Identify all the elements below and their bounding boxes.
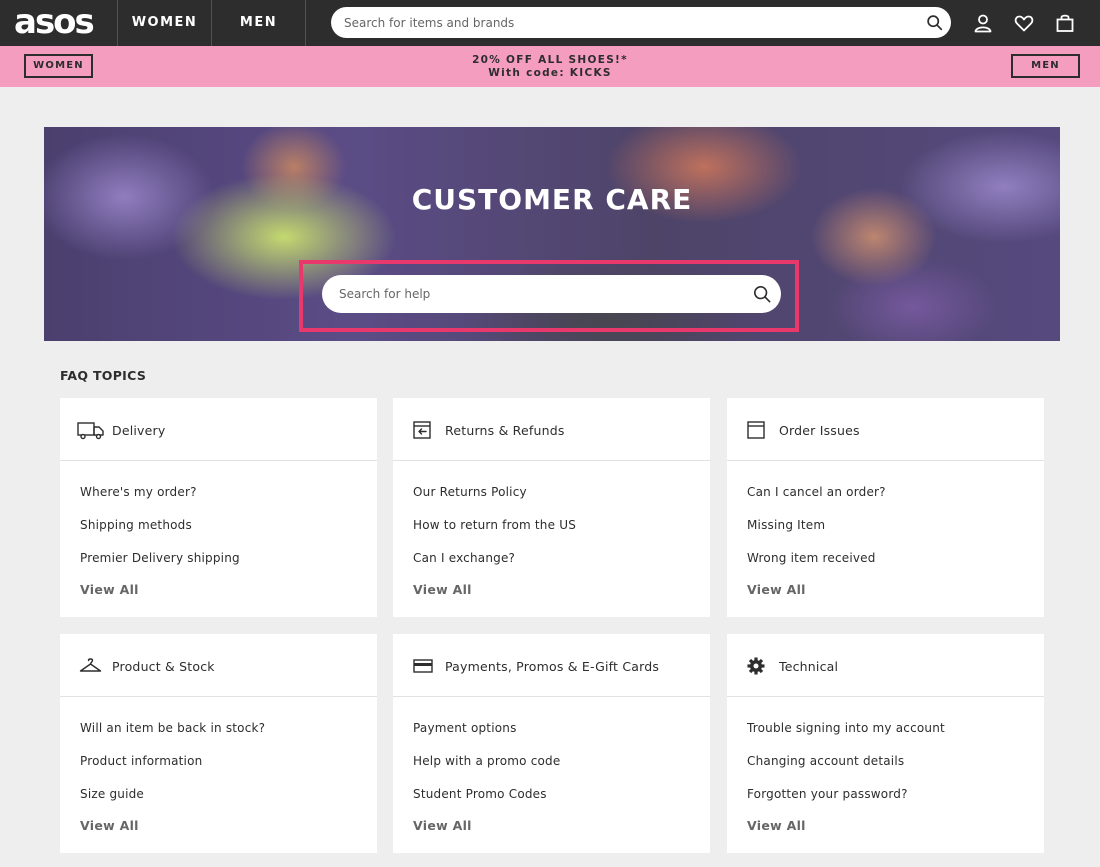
nav-tab-women[interactable]: WOMEN	[118, 0, 211, 46]
search-icon[interactable]	[753, 285, 771, 303]
faq-link[interactable]: Trouble signing into my account	[747, 721, 945, 735]
faq-link[interactable]: Shipping methods	[80, 518, 192, 532]
return-box-icon	[413, 421, 431, 439]
card-header[interactable]: Product & Stock	[60, 634, 377, 697]
hanger-icon	[79, 658, 102, 672]
faq-link[interactable]: Will an item be back in stock?	[80, 721, 265, 735]
page-title: CUSTOMER CARE	[411, 183, 693, 216]
account-icon[interactable]	[973, 13, 993, 33]
card-title: Order Issues	[779, 423, 860, 438]
faq-link[interactable]: Can I exchange?	[413, 551, 515, 565]
faq-link[interactable]: Payment options	[413, 721, 517, 735]
faq-card-returns: Returns & Refunds Our Returns Policy How…	[393, 398, 710, 617]
view-all-link[interactable]: View All	[413, 582, 472, 597]
faq-card-payments: Payments, Promos & E-Gift Cards Payment …	[393, 634, 710, 853]
card-title: Technical	[779, 659, 839, 674]
card-header[interactable]: Payments, Promos & E-Gift Cards	[393, 634, 710, 697]
faq-link[interactable]: How to return from the US	[413, 518, 576, 532]
faq-link[interactable]: Our Returns Policy	[413, 485, 527, 499]
faq-card-delivery: Delivery Where's my order? Shipping meth…	[60, 398, 377, 617]
faq-link[interactable]: Changing account details	[747, 754, 904, 768]
faq-link[interactable]: Can I cancel an order?	[747, 485, 886, 499]
gear-icon	[747, 657, 765, 675]
credit-card-icon	[413, 659, 433, 673]
card-header[interactable]: Order Issues	[727, 398, 1044, 461]
search-icon[interactable]	[926, 14, 943, 31]
promo-women-button[interactable]: WOMEN	[24, 54, 93, 78]
faq-link[interactable]: Student Promo Codes	[413, 787, 547, 801]
truck-icon	[77, 422, 104, 440]
view-all-link[interactable]: View All	[747, 818, 806, 833]
faq-card-order-issues: Order Issues Can I cancel an order? Miss…	[727, 398, 1044, 617]
view-all-link[interactable]: View All	[80, 582, 139, 597]
heart-icon[interactable]	[1014, 13, 1034, 33]
faq-link[interactable]: Size guide	[80, 787, 144, 801]
promo-message[interactable]: 20% OFF ALL SHOES!* With code: KICKS	[400, 54, 700, 80]
faq-link[interactable]: Premier Delivery shipping	[80, 551, 240, 565]
promo-men-button[interactable]: MEN	[1011, 54, 1080, 78]
faq-link[interactable]: Missing Item	[747, 518, 825, 532]
help-search-input[interactable]	[339, 275, 739, 313]
card-title: Delivery	[112, 423, 166, 438]
faq-link[interactable]: Help with a promo code	[413, 754, 560, 768]
faq-topics-heading: FAQ TOPICS	[60, 368, 147, 383]
faq-card-product-stock: Product & Stock Will an item be back in …	[60, 634, 377, 853]
help-search-box	[322, 275, 781, 313]
card-title: Returns & Refunds	[445, 423, 565, 438]
nav-tab-men[interactable]: MEN	[212, 0, 305, 46]
card-title: Product & Stock	[112, 659, 215, 674]
card-header[interactable]: Returns & Refunds	[393, 398, 710, 461]
card-header[interactable]: Technical	[727, 634, 1044, 697]
faq-link[interactable]: Where's my order?	[80, 485, 197, 499]
nav-divider	[305, 0, 306, 46]
promo-line-1: 20% OFF ALL SHOES!*	[472, 54, 628, 66]
asos-logo[interactable]: asos	[14, 4, 95, 40]
order-box-icon	[747, 421, 765, 439]
promo-bar: WOMEN 20% OFF ALL SHOES!* With code: KIC…	[0, 46, 1100, 87]
site-search-input[interactable]	[344, 7, 904, 38]
card-title: Payments, Promos & E-Gift Cards	[445, 659, 660, 674]
view-all-link[interactable]: View All	[80, 818, 139, 833]
top-nav: asos WOMEN MEN	[0, 0, 1100, 46]
faq-card-technical: Technical Trouble signing into my accoun…	[727, 634, 1044, 853]
faq-link[interactable]: Forgotten your password?	[747, 787, 908, 801]
faq-link[interactable]: Wrong item received	[747, 551, 876, 565]
card-header[interactable]: Delivery	[60, 398, 377, 461]
bag-icon[interactable]	[1055, 13, 1075, 33]
promo-line-2: With code: KICKS	[488, 67, 612, 79]
faq-link[interactable]: Product information	[80, 754, 202, 768]
view-all-link[interactable]: View All	[413, 818, 472, 833]
view-all-link[interactable]: View All	[747, 582, 806, 597]
site-search-box	[331, 7, 951, 38]
customer-care-hero: CUSTOMER CARE	[44, 127, 1060, 341]
